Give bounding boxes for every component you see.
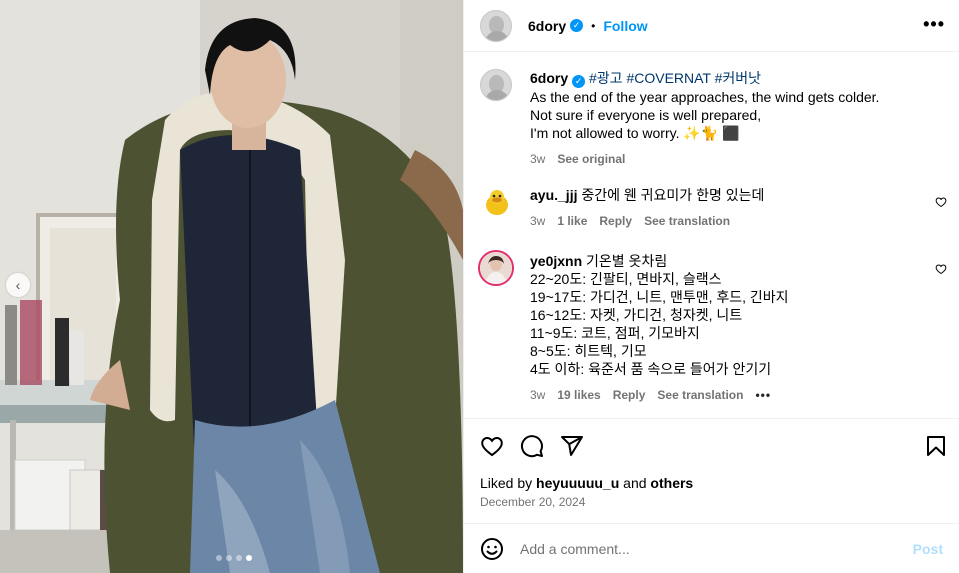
comment-time[interactable]: 3w (530, 386, 545, 404)
comment-bubble-icon[interactable] (520, 434, 544, 458)
comments-list[interactable]: 6dory ✓ #광고 #COVERNAT #커버낫 As the end of … (464, 52, 959, 419)
share-send-icon[interactable] (560, 434, 584, 458)
comment-line: 19~17도: 가디건, 니트, 맨투맨, 후드, 긴바지 (530, 289, 789, 305)
carousel-indicator (0, 555, 463, 561)
carousel-dot-active (245, 555, 252, 561)
post-details-panel: 6dory ✓ • Follow ••• 6dory ✓ #광고 #COVERNA… (463, 0, 959, 573)
save-bookmark-icon[interactable] (924, 434, 948, 458)
post-actions: Liked by heyuuuuu_u and others December … (464, 420, 959, 524)
liked-by-prefix: Liked by (480, 475, 537, 491)
liked-by-user[interactable]: heyuuuuu_u (536, 475, 619, 491)
see-translation-button[interactable]: See translation (644, 212, 730, 230)
verified-badge-icon: ✓ (570, 19, 584, 32)
comment-line: 4도 이하: 육준서 품 속으로 들어가 안기기 (530, 361, 772, 377)
post-date[interactable]: December 20, 2024 (480, 495, 585, 509)
carousel-dot (215, 555, 222, 561)
person-avatar-icon (480, 252, 512, 284)
verified-badge-icon: ✓ (572, 75, 586, 88)
emoji-icon[interactable] (480, 537, 504, 561)
add-comment-bar: Post (464, 525, 959, 573)
comment-username[interactable]: ayu._jjj (530, 187, 577, 203)
more-options-icon[interactable]: ••• (923, 15, 945, 33)
post-username[interactable]: 6dory (528, 18, 566, 34)
comment-line: 22~20도: 긴팔티, 면바지, 슬랙스 (530, 271, 722, 287)
comment-text: 중간에 웬 귀요미가 한명 있는데 (581, 187, 765, 203)
carousel-dot (235, 555, 242, 561)
comment-time[interactable]: 3w (530, 212, 545, 230)
comment-text: 기온별 옷차림 (586, 253, 668, 269)
caption-line: I'm not allowed to worry. ✨🐈 ⬛ (530, 125, 740, 141)
comment-line: 8~5도: 히트텍, 기모 (530, 343, 647, 359)
comment-likes[interactable]: 1 like (557, 212, 587, 230)
see-original-button[interactable]: See original (557, 150, 625, 168)
like-comment-heart-icon[interactable] (935, 263, 947, 275)
duck-avatar-icon (486, 190, 508, 215)
comment-line: 11~9도: 코트, 점퍼, 기모바지 (530, 325, 700, 341)
like-heart-icon[interactable] (480, 434, 504, 458)
add-comment-input[interactable] (520, 541, 913, 557)
carousel-dot (225, 555, 232, 561)
caption-hashtags[interactable]: #광고 #COVERNAT #커버낫 (589, 70, 761, 86)
reply-button[interactable]: Reply (599, 212, 632, 230)
post-header: 6dory ✓ • Follow ••• (464, 0, 959, 52)
post-comment-button[interactable]: Post (913, 541, 943, 557)
caption-line: Not sure if everyone is well prepared, (530, 107, 762, 123)
avatar[interactable] (478, 250, 514, 286)
caption-line: As the end of the year approaches, the w… (530, 89, 880, 105)
comment-username[interactable]: ye0jxnn (530, 253, 582, 269)
liked-by-middle: and (619, 475, 651, 491)
separator-dot: • (591, 18, 596, 33)
avatar[interactable] (480, 186, 512, 218)
reply-button[interactable]: Reply (613, 386, 646, 404)
caption-username[interactable]: 6dory (530, 70, 568, 86)
see-translation-button[interactable]: See translation (657, 386, 743, 404)
comment-likes[interactable]: 19 likes (557, 386, 600, 404)
chevron-left-icon: ‹ (15, 277, 21, 293)
avatar[interactable] (480, 9, 512, 42)
avatar[interactable] (480, 69, 512, 101)
liked-by-others[interactable]: others (650, 475, 693, 491)
caption-time[interactable]: 3w (530, 150, 545, 168)
comment-line: 16~12도: 자켓, 가디건, 청자켓, 니트 (530, 307, 743, 323)
carousel-prev-button[interactable]: ‹ (6, 273, 30, 297)
follow-button[interactable]: Follow (603, 18, 647, 34)
comment-more-options-icon[interactable]: ••• (755, 386, 771, 404)
like-comment-heart-icon[interactable] (935, 196, 947, 208)
photo-illustration (0, 0, 463, 573)
post-photo[interactable]: ‹ (0, 0, 463, 573)
liked-by: Liked by heyuuuuu_u and others (480, 475, 693, 491)
